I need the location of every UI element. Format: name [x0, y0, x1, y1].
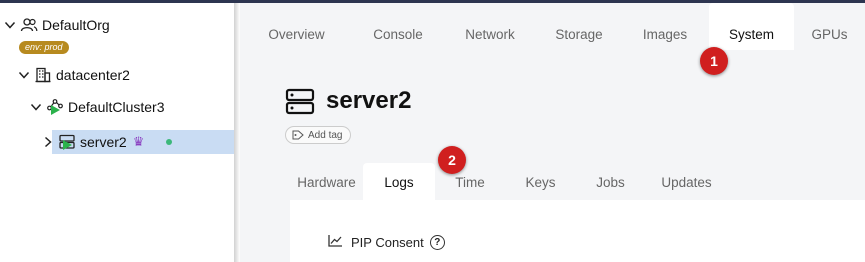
crown-icon: ♛: [132, 134, 145, 149]
step-badge-2: 2: [438, 146, 466, 174]
main-panel: Overview Console Network Storage Images …: [240, 3, 865, 262]
sub-tab-bar: Hardware Logs Time Keys Jobs Updates: [290, 163, 728, 200]
add-tag-label: Add tag: [308, 129, 343, 141]
tree-label-datacenter: datacenter2: [56, 67, 130, 83]
status-dot: [166, 139, 173, 145]
chevron-down-icon[interactable]: [18, 69, 30, 81]
subtab-keys[interactable]: Keys: [505, 163, 576, 200]
subtab-logs[interactable]: Logs: [363, 163, 435, 200]
tree-item-server[interactable]: server2 ♛: [42, 131, 173, 153]
server-icon: [58, 133, 76, 151]
section-header: PIP Consent ?: [328, 234, 445, 250]
tag-icon: [292, 130, 304, 140]
tree-item-org[interactable]: DefaultOrg: [4, 14, 110, 36]
section-title: PIP Consent: [351, 234, 424, 250]
tab-network[interactable]: Network: [443, 3, 537, 50]
top-tab-bar: Overview Console Network Storage Images …: [240, 3, 865, 50]
cluster-icon: [46, 98, 64, 116]
building-icon: [34, 66, 52, 84]
page-title: server2: [326, 87, 412, 114]
tree-item-datacenter[interactable]: datacenter2: [18, 64, 130, 86]
running-indicator-icon: [51, 105, 60, 115]
chart-line-icon: [328, 234, 343, 250]
chevron-down-icon[interactable]: [30, 101, 42, 113]
add-tag-button[interactable]: Add tag: [285, 126, 352, 144]
tab-storage[interactable]: Storage: [537, 3, 621, 50]
step-badge-1: 1: [700, 47, 728, 75]
tree-label-server: server2: [80, 134, 127, 150]
subtab-hardware[interactable]: Hardware: [290, 163, 363, 200]
chevron-right-icon[interactable]: [42, 136, 54, 148]
tab-gpus[interactable]: GPUs: [794, 3, 865, 50]
tree-item-cluster[interactable]: DefaultCluster3: [30, 96, 165, 118]
subtab-updates[interactable]: Updates: [645, 163, 728, 200]
tree-label-org: DefaultOrg: [42, 17, 110, 33]
chevron-down-icon[interactable]: [4, 19, 16, 31]
help-circle-icon[interactable]: ?: [429, 234, 445, 250]
subtab-jobs[interactable]: Jobs: [576, 163, 645, 200]
users-icon: [20, 16, 38, 34]
env-badge: env: prod: [19, 41, 69, 54]
tab-images[interactable]: Images: [621, 3, 709, 50]
tab-system[interactable]: System: [709, 3, 794, 50]
server-icon: [285, 88, 315, 116]
tab-overview[interactable]: Overview: [240, 3, 353, 50]
running-indicator-icon: [63, 140, 72, 150]
logs-content-panel: PIP Consent ?: [290, 200, 865, 262]
tab-console[interactable]: Console: [353, 3, 443, 50]
tree-label-cluster: DefaultCluster3: [68, 99, 165, 115]
resource-tree-sidebar: DefaultOrg env: prod datacenter2 Default…: [0, 3, 234, 262]
